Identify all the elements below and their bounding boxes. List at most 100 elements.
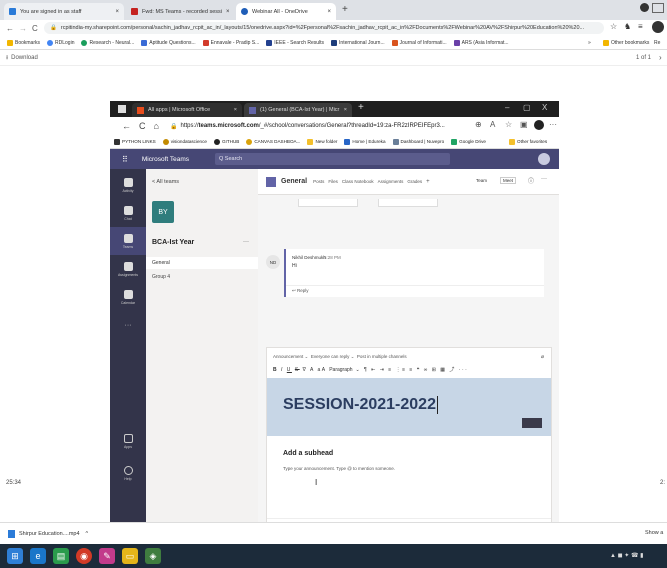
forward-icon[interactable]: → [19,24,27,33]
tab-assignments: Assignments [377,179,404,184]
start-icon[interactable]: ⊞ [7,548,23,564]
taskbar: ⊞ e ▤ ◉ ✎ ▭ ◈ ▲ ◼ ✦ ☎ ▮ [0,544,667,568]
team-avatar: BY [152,201,174,223]
bookmark-item[interactable]: Ennavale - Pradip S... [202,39,259,46]
rail-assignments: Assignments [110,255,146,283]
read-aloud-icon: A [490,120,496,129]
app-name: Microsoft Teams [141,155,190,163]
inner-tab-0: All apps | Microsoft Office × [132,103,242,117]
outer-toolbar: ← → C 🔒 rcpitindia-my.sharepoint.com/per… [0,20,667,36]
apps-icon [123,433,133,443]
minimize-icon[interactable] [652,3,664,13]
message-author: Nikhil Deshmukh [292,255,326,260]
all-teams-link: < All teams [152,179,180,185]
bookmarks-overflow[interactable]: » [588,40,591,46]
image-icon [522,418,542,428]
outer-tab-2[interactable]: Webinar All - OneDrive × [236,3,336,20]
inner-tab-strip: All apps | Microsoft Office × (1) Genera… [110,101,559,117]
bookmark-item[interactable]: IEEE - Search Results [266,39,324,46]
paint-icon[interactable]: ✎ [99,548,115,564]
message-card: Nikhil Deshmukh 5:28 PM Hi ↩ Reply [284,249,544,297]
inner-toolbar: ← C ⌂ 🔒 https://teams.microsoft.com/_#/s… [110,117,559,135]
extension-icon[interactable]: ♞ [624,22,631,31]
bookmark-item[interactable]: ARS (Asia Informat... [453,39,509,46]
bookmark-item[interactable]: RDLogin [47,39,74,46]
office-icon [137,106,144,114]
meet-button: Meet [500,177,517,184]
close-icon[interactable]: × [323,9,331,15]
outer-address-bar[interactable]: 🔒 rcpitindia-my.sharepoint.com/personal/… [44,22,604,34]
body-field: Type your announcement. Type @ to mentio… [283,466,396,471]
headline-text: SESSION-2021-2022 [283,396,438,414]
new-tab-icon: + [358,102,364,113]
channel-general: General [146,257,258,269]
new-tab-button[interactable]: + [342,4,348,15]
video-elapsed-time: 25:34 [6,480,22,486]
message-time: 5:28 PM [324,255,341,260]
window-maximize: ▢ [523,103,531,112]
bookmark-item[interactable]: Research - Neural... [81,39,134,46]
other-favorites: Other favorites [509,138,547,145]
close-icon: × [343,107,347,113]
outer-tab-0[interactable]: You are signed in as staff × [4,3,124,20]
paragraph-dropdown: Paragraph [329,367,353,373]
outer-tab-label: You are signed in as staff [20,8,82,15]
bookmark-item: Home | Edureka [344,138,386,145]
filter-icon[interactable]: ≡ [638,22,643,31]
other-bookmarks[interactable]: Other bookmarks [603,39,649,46]
account-avatar-icon[interactable] [652,21,664,33]
chevron-up-icon[interactable]: ^ [86,531,89,537]
chrome-icon[interactable]: ◉ [76,548,92,564]
bookmark-item[interactable]: Journal of Informati... [391,39,447,46]
close-icon[interactable]: × [222,9,230,15]
show-all-button[interactable]: Show a [645,530,663,536]
rail-calendar: Calendar [110,283,146,311]
more-icon: ··· [541,176,547,182]
download-file-name[interactable]: Shirpur Education....mp4 [19,531,80,537]
inner-bookmarks-bar: PYTHON LINKS visiondatascience GITHUB CA… [110,135,559,149]
bookmark-item: PYTHON LINKS [114,138,156,145]
bookmark-item: CANVAS DASHBOA... [246,138,300,145]
download-link[interactable]: Download [11,55,38,61]
info-icon: ⓘ [528,179,535,185]
bell-icon [123,177,133,187]
teams-icon [249,106,256,114]
download-shelf: Shirpur Education....mp4 ^ Show a [0,522,667,544]
inner-tab-1: (1) General (BCA-Ist Year) | Micr × [244,103,352,117]
earlier-post-chip [298,199,358,207]
ie-icon[interactable]: e [30,548,46,564]
profile-icon[interactable] [640,3,649,12]
folder-icon[interactable]: ▭ [122,548,138,564]
reload-icon[interactable]: C [32,24,38,33]
more-icon: ··· [549,120,557,129]
outer-tab-1[interactable]: Fwd: MS Teams - recorded sessi × [126,3,234,20]
collections-icon: ▣ [520,120,528,129]
star-icon[interactable]: ☆ [610,22,617,31]
teams-app-bar: ⠿ Microsoft Teams Q Search [110,149,559,169]
message-avatar: ND [266,255,280,269]
system-tray[interactable]: ▲ ◼ ✦ ☎ ▮ [610,552,643,559]
close-icon[interactable]: × [111,9,119,15]
bookmark-item: GITHUB [213,138,239,145]
format-toolbar: B I U S ∇ A aA Paragraph ⌄ ¶ ⇤ ⇥ ≡ ⋮≡ ≡ … [273,367,469,373]
download-icon[interactable]: ⭳ [6,53,8,63]
reading-list[interactable]: Re [654,40,660,46]
rail-more: ··· [124,321,132,329]
bookmark-item[interactable]: Aptitude Questions... [141,39,196,46]
app-launcher-icon: ⠿ [122,154,128,164]
gmail-icon [131,8,138,15]
next-page-icon[interactable]: › [659,53,662,62]
subhead-field: Add a subhead [283,450,334,457]
calendar-icon [123,289,133,299]
tab-files: Files [328,179,338,184]
bookmark-item[interactable]: Bookmarks [7,39,40,46]
tab-notebook: Class Notebook [341,179,374,184]
team-more-icon: ··· [243,239,249,245]
bookmark-item[interactable]: International Journ... [331,39,385,46]
media-icon[interactable]: ◈ [145,548,161,564]
user-avatar [538,153,550,165]
explorer-icon[interactable]: ▤ [53,548,69,564]
favorites-icon: ☆ [505,120,513,129]
video-frame[interactable]: All apps | Microsoft Office × (1) Genera… [110,101,559,532]
back-icon[interactable]: ← [6,24,14,33]
